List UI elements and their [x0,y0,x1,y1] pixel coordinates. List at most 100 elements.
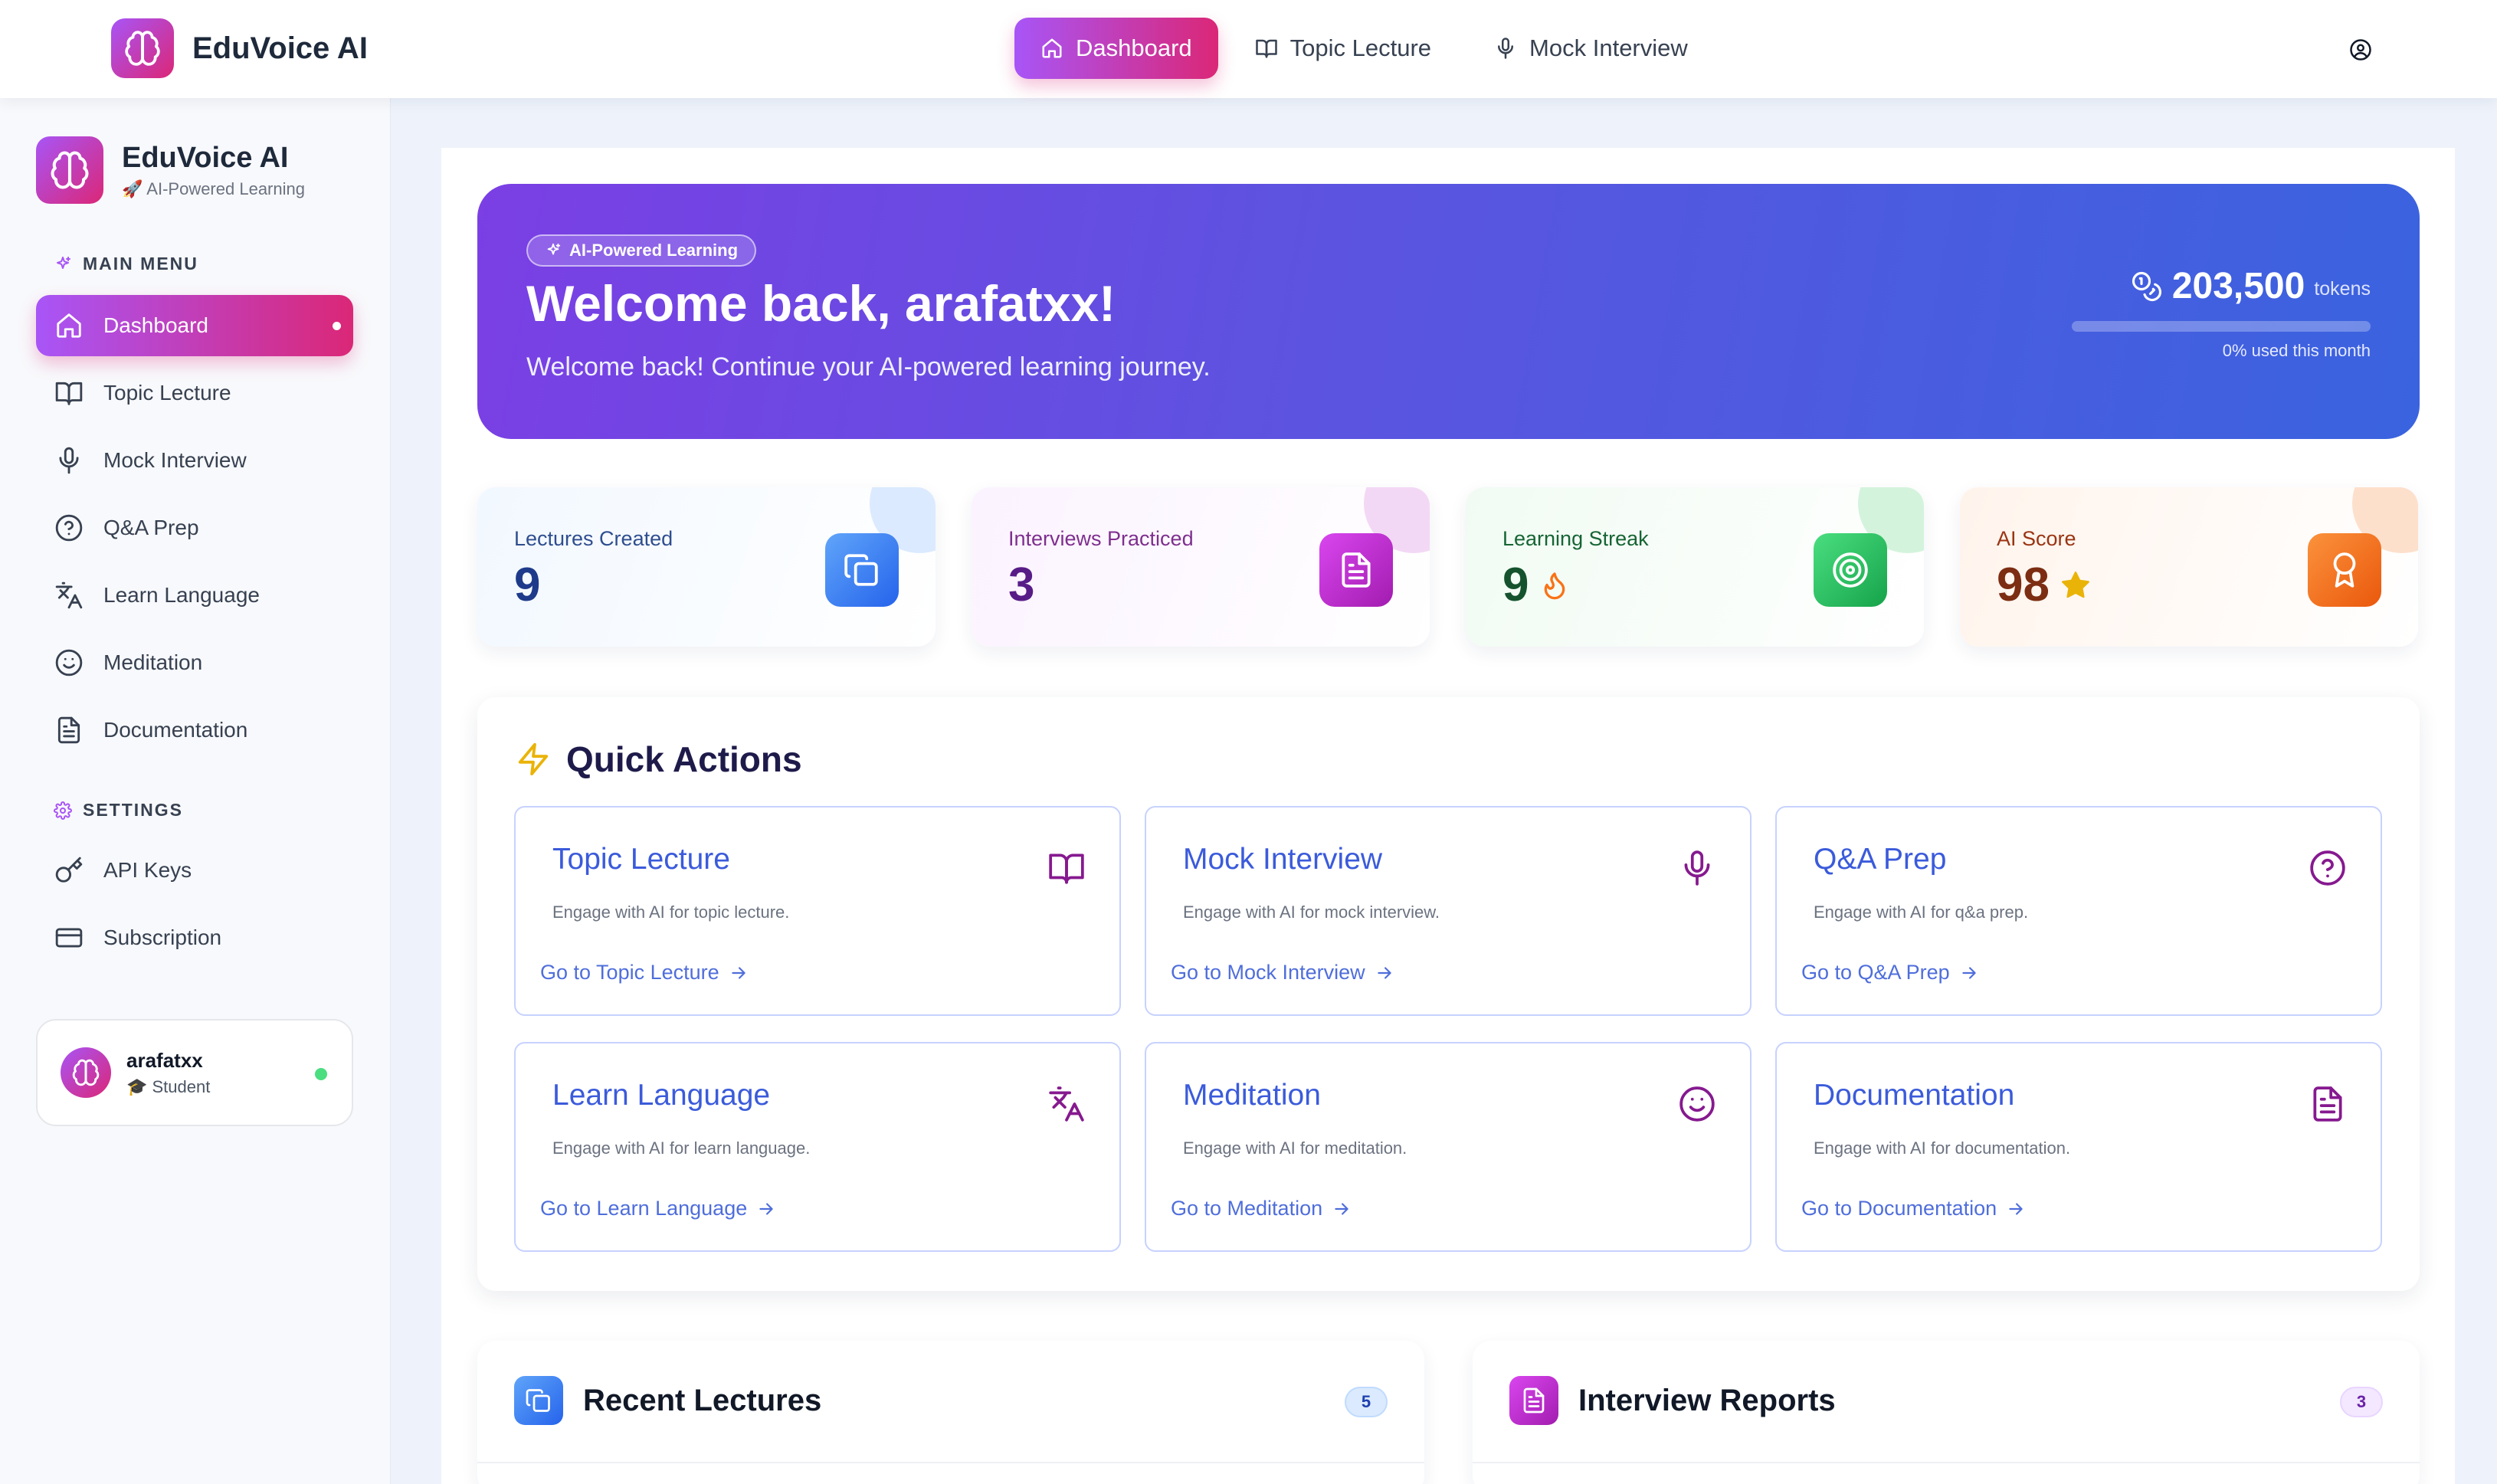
interview-reports-card: Interview Reports 3 [1473,1341,2420,1484]
top-nav-links: Dashboard Topic Lecture Mock Interview [1014,18,1714,79]
sidebar-brand[interactable]: EduVoice AI 🚀 AI-Powered Learning [36,136,305,204]
stat-value-wrapper: 98 [1997,558,2091,612]
sidebar-item-label: Topic Lecture [103,381,231,405]
token-unit: tokens [2314,278,2371,300]
target-icon [1814,533,1887,607]
stat-label: Interviews Practiced [1008,527,1194,550]
quick-action-desc: Engage with AI for topic lecture. [552,903,790,922]
quick-action-link[interactable]: Go to Meditation [1171,1197,1352,1220]
quick-action-title: Q&A Prep [1814,843,1947,876]
stat-value-wrapper: 9 [514,558,540,612]
quick-action-title: Mock Interview [1183,843,1383,876]
quick-action-documentation[interactable]: Documentation Engage with AI for documen… [1775,1042,2382,1252]
arrow-right-icon [1375,963,1394,983]
stat-value: 98 [1997,559,2050,611]
stat-card-interviews: Interviews Practiced 3 [972,487,1430,647]
sidebar-brand-name: EduVoice AI [122,141,289,174]
gear-icon [54,801,72,820]
sidebar: EduVoice AI 🚀 AI-Powered Learning MAIN M… [0,98,391,1484]
arrow-right-icon [1332,1199,1352,1219]
quick-action-link[interactable]: Go to Topic Lecture [540,961,749,984]
settings-label: SETTINGS [83,800,184,820]
sidebar-item-topic-lecture[interactable]: Topic Lecture [36,362,353,424]
sidebar-item-label: Documentation [103,718,248,742]
ai-powered-badge: AI-Powered Learning [526,234,757,267]
sidebar-item-label: Q&A Prep [103,516,199,539]
arrow-right-icon [729,963,749,983]
quick-action-mock-interview[interactable]: Mock Interview Engage with AI for mock i… [1145,806,1752,1016]
quick-action-qa-prep[interactable]: Q&A Prep Engage with AI for q&a prep. Go… [1775,806,2382,1016]
brand[interactable]: EduVoice AI [111,18,368,78]
user-role: 🎓 Student [126,1076,211,1096]
sidebar-item-api-keys[interactable]: API Keys [36,840,353,901]
welcome-title: Welcome back, arafatxx! [526,275,1116,332]
token-usage: 203,500 tokens 0% used this month [2072,265,2371,361]
profile-button[interactable] [2337,26,2384,74]
arrow-right-icon [756,1199,776,1219]
document-icon [1319,533,1393,607]
microphone-icon [1494,37,1517,60]
sparkles-icon [54,255,72,274]
brand-name: EduVoice AI [192,31,368,65]
sidebar-item-subscription[interactable]: Subscription [36,907,353,968]
sidebar-item-label: Meditation [103,650,203,674]
sidebar-item-dashboard[interactable]: Dashboard [36,295,353,356]
sidebar-item-meditation[interactable]: Meditation [36,632,353,693]
coins-icon [2131,270,2163,303]
home-icon [54,311,84,340]
quick-action-learn-language[interactable]: Learn Language Engage with AI for learn … [514,1042,1121,1252]
top-navbar: EduVoice AI Dashboard Topic Lecture Mock… [0,0,2497,98]
main-menu-label: MAIN MENU [83,254,198,274]
stat-label: Lectures Created [514,527,673,550]
book-icon [1047,849,1086,887]
quick-actions-title: Quick Actions [566,739,802,779]
user-circle-icon [2349,38,2372,61]
sidebar-item-mock-interview[interactable]: Mock Interview [36,430,353,491]
divider [1473,1462,2420,1463]
quick-action-title: Documentation [1814,1079,2015,1112]
quick-action-link[interactable]: Go to Documentation [1801,1197,2026,1220]
quick-action-link[interactable]: Go to Learn Language [540,1197,776,1220]
stat-card-lectures: Lectures Created 9 [477,487,936,647]
user-card[interactable]: arafatxx 🎓 Student [36,1019,353,1126]
sparkles-icon [545,242,562,259]
document-icon [2309,1085,2347,1123]
welcome-hero: AI-Powered Learning Welcome back, arafat… [477,184,2420,439]
quick-action-link[interactable]: Go to Mock Interview [1171,961,1394,984]
sidebar-item-qa-prep[interactable]: Q&A Prep [36,497,353,559]
sidebar-item-label: Learn Language [103,583,260,607]
microphone-icon [54,446,84,475]
stat-label: AI Score [1997,527,2076,550]
quick-action-meditation[interactable]: Meditation Engage with AI for meditation… [1145,1042,1752,1252]
book-icon [1255,37,1278,60]
quick-action-link-label: Go to Mock Interview [1171,961,1365,984]
sidebar-item-label: Dashboard [103,313,208,337]
brain-logo-icon [36,136,103,204]
microphone-icon [1678,849,1716,887]
lightning-icon [516,742,551,777]
smile-icon [1678,1085,1716,1123]
token-usage-note: 0% used this month [2222,341,2371,360]
flame-icon [1539,570,1570,601]
settings-heading: SETTINGS [54,800,183,821]
token-count: 203,500 [2171,266,2305,306]
sidebar-item-learn-language[interactable]: Learn Language [36,565,353,626]
stat-label: Learning Streak [1502,527,1649,550]
quick-action-link-label: Go to Q&A Prep [1801,961,1950,984]
nav-dashboard[interactable]: Dashboard [1014,18,1218,79]
quick-action-link-label: Go to Documentation [1801,1197,1997,1220]
quick-action-title: Topic Lecture [552,843,730,876]
quick-action-topic-lecture[interactable]: Topic Lecture Engage with AI for topic l… [514,806,1121,1016]
nav-topic-lecture[interactable]: Topic Lecture [1229,18,1457,79]
quick-action-desc: Engage with AI for q&a prep. [1814,903,2029,922]
count-badge: 3 [2340,1387,2383,1417]
interview-reports-header: Interview Reports [1509,1376,1836,1425]
quick-action-link-label: Go to Learn Language [540,1197,748,1220]
key-icon [54,856,84,885]
recent-lectures-title: Recent Lectures [583,1383,822,1417]
stat-value: 3 [1008,559,1035,611]
nav-mock-interview[interactable]: Mock Interview [1468,18,1714,79]
quick-action-link[interactable]: Go to Q&A Prep [1801,961,1979,984]
quick-action-link-label: Go to Meditation [1171,1197,1323,1220]
sidebar-item-documentation[interactable]: Documentation [36,699,353,761]
